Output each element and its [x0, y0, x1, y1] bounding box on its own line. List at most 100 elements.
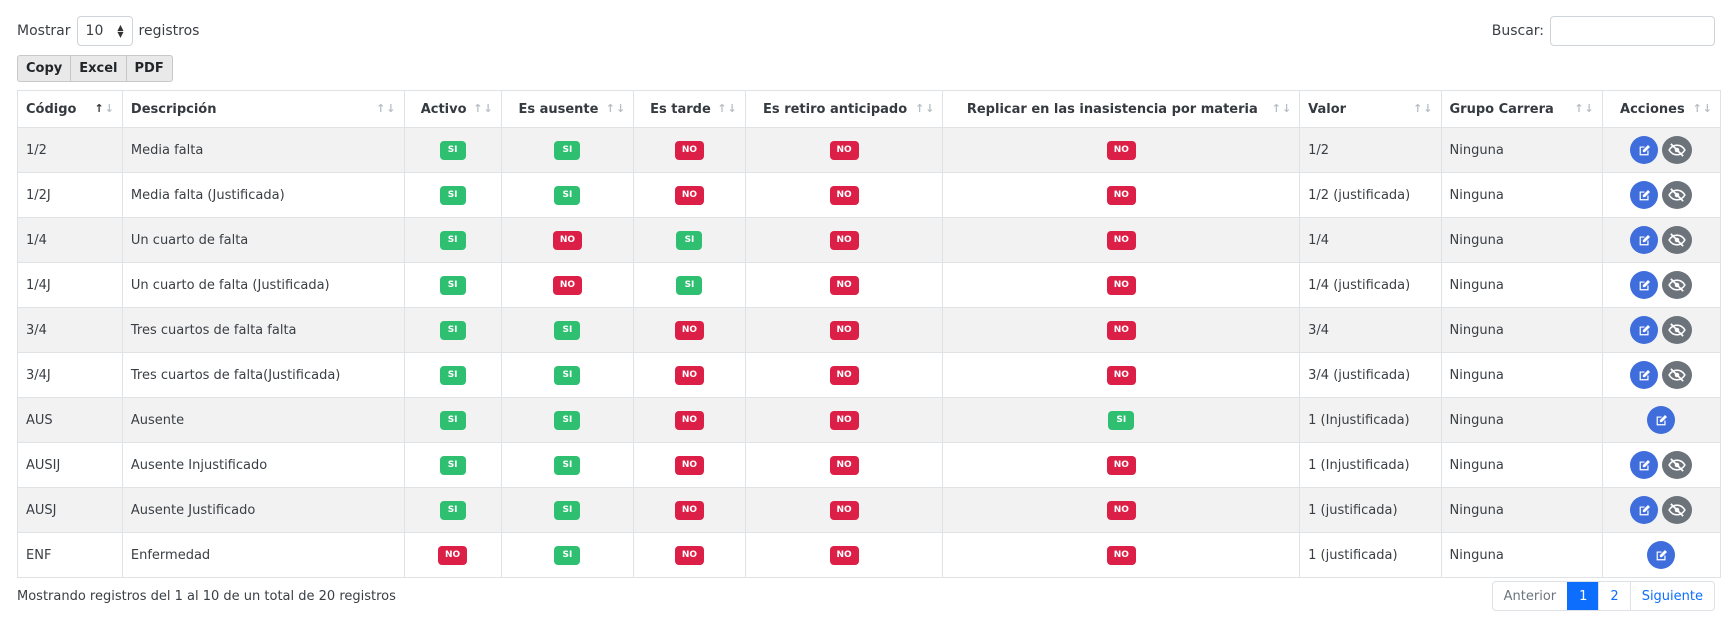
cell-descripcion: Tres cuartos de falta(Justificada) — [121, 352, 405, 398]
column-header-descripcion[interactable]: Descripción ↑↓ — [121, 90, 405, 128]
row-actions — [1630, 271, 1693, 299]
cell-tarde: SI — [633, 217, 746, 263]
hide-button[interactable] — [1662, 451, 1693, 479]
cell-replicar: NO — [942, 172, 1301, 218]
cell-codigo: AUSJ — [17, 487, 123, 533]
edit-button[interactable] — [1647, 406, 1676, 434]
cell-ausente: SI — [500, 172, 635, 218]
table-row: ENF Enfermedad NO SI NO NO NO 1 (justificada) Ni… — [17, 532, 1722, 578]
cell-ausente: SI — [500, 307, 635, 353]
cell-codigo: 1/2J — [17, 172, 123, 218]
status-badge: NO — [552, 230, 583, 250]
sort-arrows-icon: ↑↓ — [717, 102, 738, 115]
cell-retiro: NO — [744, 127, 944, 173]
eye-off-icon — [1668, 143, 1687, 157]
status-badge: SI — [439, 320, 466, 340]
edit-button[interactable] — [1647, 541, 1676, 569]
table-row: 1/4 Un cuarto de falta SI NO SI NO NO 1/4 Ningun… — [17, 217, 1722, 263]
edit-button[interactable] — [1630, 316, 1659, 344]
pagination-page-2[interactable]: 2 — [1598, 582, 1629, 610]
status-badge: SI — [554, 140, 581, 160]
status-badge: SI — [554, 500, 581, 520]
cell-descripcion: Media falta (Justificada) — [121, 172, 405, 218]
status-badge: SI — [439, 455, 466, 475]
cell-retiro: NO — [744, 262, 944, 308]
cell-activo: SI — [403, 217, 502, 263]
cell-ausente: SI — [500, 532, 635, 578]
column-header-grupo[interactable]: Grupo Carrera ↑↓ — [1440, 90, 1603, 128]
cell-valor: 1/2 (justificada) — [1299, 172, 1442, 218]
hide-button[interactable] — [1662, 316, 1693, 344]
cell-descripcion: Ausente Injustificado — [121, 442, 405, 488]
hide-button[interactable] — [1662, 361, 1693, 389]
cell-retiro: NO — [744, 172, 944, 218]
cell-tarde: NO — [633, 127, 746, 173]
export-copy-button[interactable]: Copy — [17, 55, 72, 82]
hide-button[interactable] — [1662, 496, 1693, 524]
status-badge: SI — [676, 230, 703, 250]
table-row: 1/2 Media falta SI SI NO NO NO 1/2 Ninguna — [17, 127, 1722, 173]
column-header-activo[interactable]: Activo ↑↓ — [403, 90, 502, 128]
cell-valor: 3/4 — [1299, 307, 1442, 353]
cell-grupo: Ninguna — [1440, 397, 1603, 443]
cell-tarde: SI — [633, 262, 746, 308]
edit-button[interactable] — [1630, 496, 1659, 524]
hide-button[interactable] — [1662, 226, 1693, 254]
cell-activo: SI — [403, 397, 502, 443]
export-pdf-button[interactable]: PDF — [126, 55, 173, 82]
cell-replicar: SI — [942, 397, 1301, 443]
edit-icon — [1638, 504, 1651, 517]
cell-replicar: NO — [942, 352, 1301, 398]
cell-activo: SI — [403, 127, 502, 173]
cell-ausente: NO — [500, 262, 635, 308]
column-header-codigo[interactable]: Código ↑↓ — [17, 90, 123, 128]
cell-codigo: 1/2 — [17, 127, 123, 173]
search-control: Buscar: — [1492, 16, 1715, 46]
pagination-previous[interactable]: Anterior — [1493, 582, 1567, 610]
column-header-acciones[interactable]: Acciones ↑↓ — [1601, 90, 1722, 128]
cell-acciones — [1601, 487, 1722, 533]
column-header-ausente[interactable]: Es ausente ↑↓ — [500, 90, 635, 128]
row-actions — [1630, 451, 1693, 479]
cell-codigo: AUSIJ — [17, 442, 123, 488]
cell-valor: 1/4 (justificada) — [1299, 262, 1442, 308]
cell-tarde: NO — [633, 397, 746, 443]
eye-off-icon — [1668, 368, 1687, 382]
cell-replicar: NO — [942, 532, 1301, 578]
cell-activo: SI — [403, 487, 502, 533]
edit-button[interactable] — [1630, 361, 1659, 389]
eye-off-icon — [1668, 278, 1687, 292]
pagination-next[interactable]: Siguiente — [1629, 582, 1714, 610]
pagination-page-1[interactable]: 1 — [1567, 582, 1599, 610]
search-input[interactable] — [1550, 16, 1715, 46]
cell-activo: SI — [403, 352, 502, 398]
status-badge: NO — [1106, 275, 1136, 295]
column-header-retiro[interactable]: Es retiro anticipado ↑↓ — [744, 90, 944, 128]
edit-button[interactable] — [1630, 271, 1659, 299]
cell-codigo: ENF — [17, 532, 123, 578]
eye-off-icon — [1668, 188, 1687, 202]
edit-button[interactable] — [1630, 226, 1659, 254]
edit-button[interactable] — [1630, 136, 1659, 164]
status-badge: NO — [1106, 320, 1136, 340]
edit-button[interactable] — [1630, 451, 1659, 479]
edit-icon — [1638, 324, 1651, 337]
column-header-tarde[interactable]: Es tarde ↑↓ — [633, 90, 746, 128]
cell-replicar: NO — [942, 442, 1301, 488]
status-badge: NO — [1106, 185, 1136, 205]
hide-button[interactable] — [1662, 181, 1693, 209]
column-header-replicar[interactable]: Replicar en las inasistencia por materia… — [942, 90, 1301, 128]
cell-codigo: 1/4J — [17, 262, 123, 308]
cell-replicar: NO — [942, 487, 1301, 533]
cell-acciones — [1601, 352, 1722, 398]
edit-button[interactable] — [1630, 181, 1659, 209]
row-actions — [1630, 226, 1693, 254]
cell-tarde: NO — [633, 172, 746, 218]
column-header-valor[interactable]: Valor ↑↓ — [1299, 90, 1442, 128]
hide-button[interactable] — [1662, 136, 1693, 164]
export-excel-button[interactable]: Excel — [71, 55, 127, 82]
page-length-select[interactable]: 10 ▲ ▼ — [76, 16, 133, 46]
hide-button[interactable] — [1662, 271, 1693, 299]
cell-retiro: NO — [744, 397, 944, 443]
cell-replicar: NO — [942, 262, 1301, 308]
